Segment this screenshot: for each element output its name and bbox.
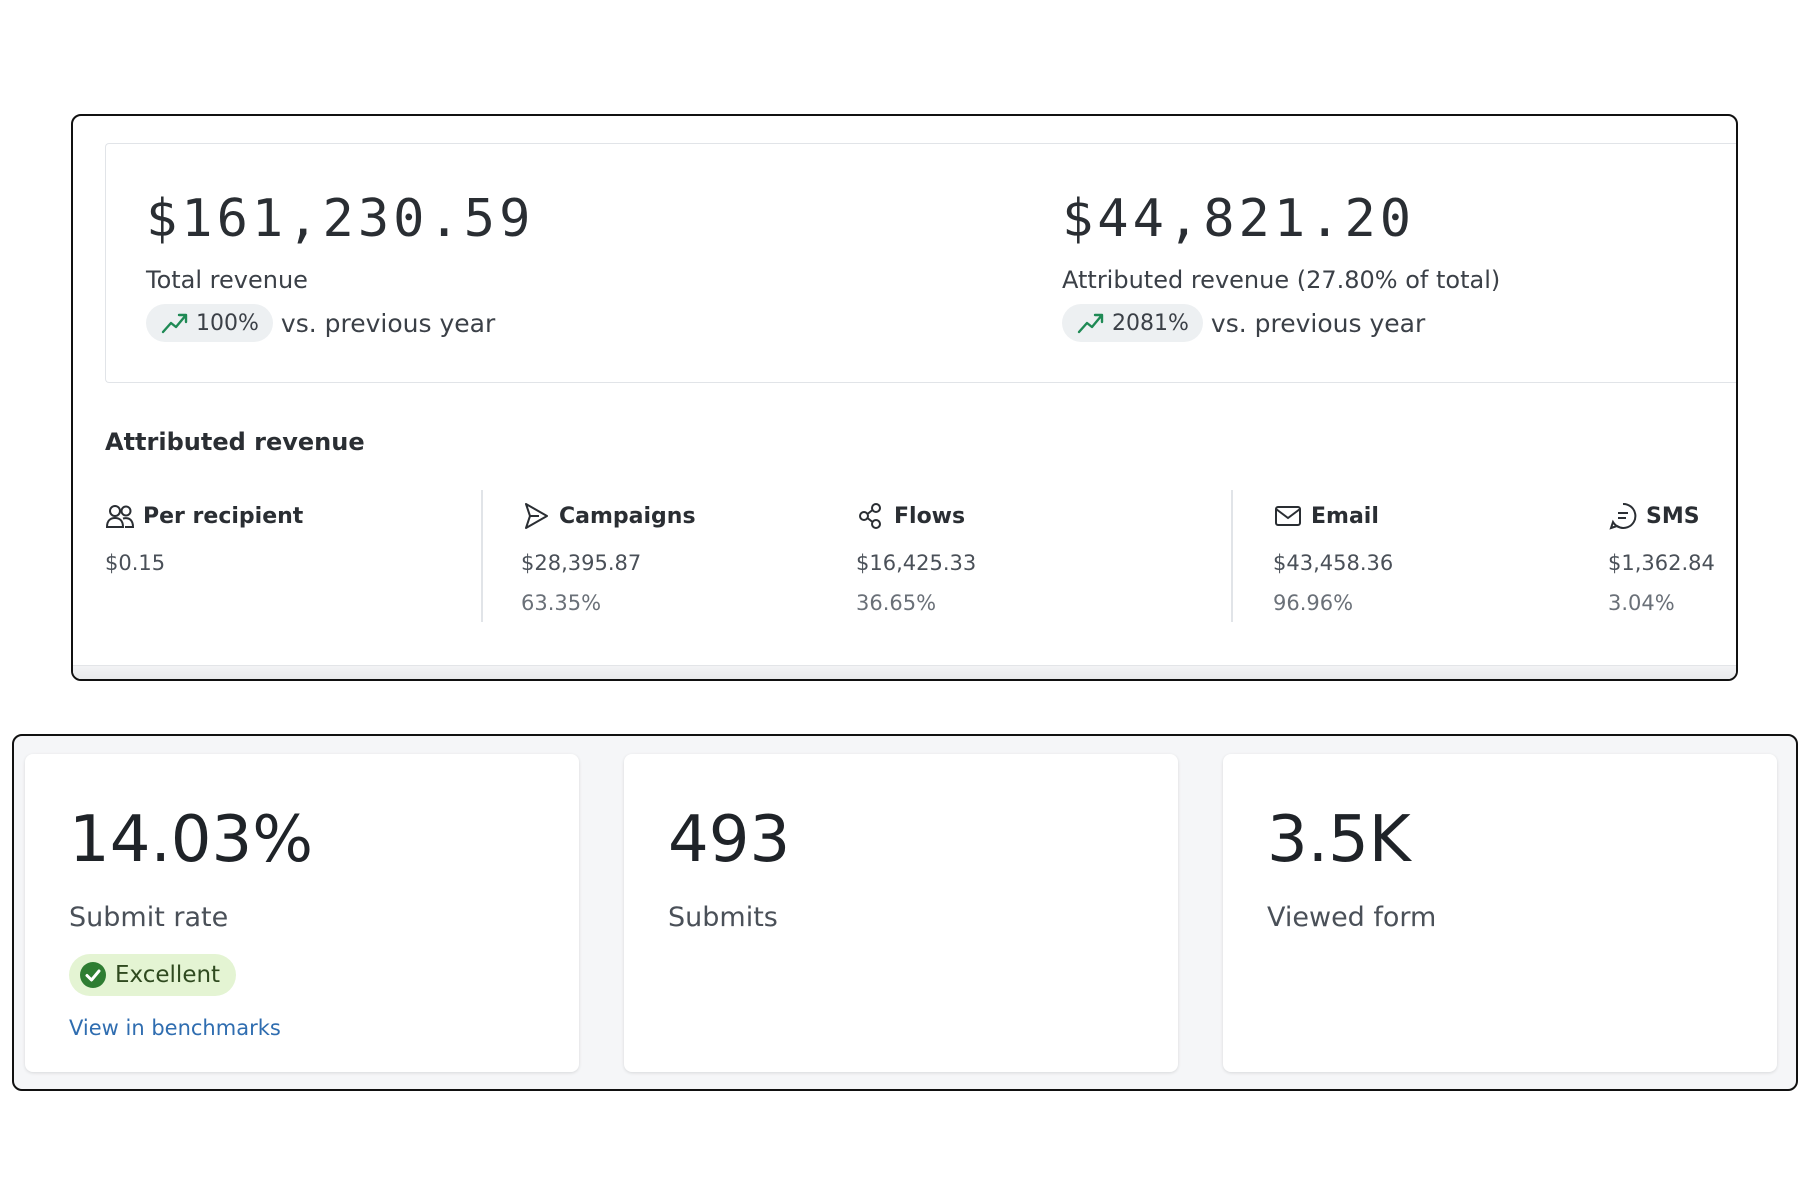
trend-percent: 2081% bbox=[1112, 310, 1189, 336]
flows-icon bbox=[859, 503, 881, 529]
total-revenue-amount: $161,230.59 bbox=[146, 189, 535, 249]
campaigns-value: $28,395.87 bbox=[521, 551, 642, 575]
total-revenue-metric: $161,230.59 Total revenue 100% vs. previ… bbox=[146, 189, 534, 342]
form-stats-panel: 14.03% Submit rate Excellent View in ben… bbox=[12, 734, 1798, 1091]
flows-value: $16,425.33 bbox=[856, 551, 977, 575]
users-icon bbox=[105, 505, 135, 528]
flows-label: Flows bbox=[894, 503, 966, 529]
submits-card: 493 Submits bbox=[624, 754, 1178, 1072]
panel-bottom-edge bbox=[73, 665, 1736, 679]
viewed-form-card: 3.5K Viewed form bbox=[1223, 754, 1777, 1072]
email-percent: 96.96% bbox=[1273, 591, 1354, 615]
viewed-form-value: 3.5K bbox=[1267, 803, 1411, 877]
badge-label: Excellent bbox=[115, 962, 221, 988]
email-value: $43,458.36 bbox=[1273, 551, 1394, 575]
check-circle-icon bbox=[80, 962, 106, 988]
flows-column: Flows $16,425.33 36.65% bbox=[856, 501, 976, 615]
trend-up-icon bbox=[1077, 313, 1104, 334]
attributed-revenue-heading: Attributed revenue bbox=[105, 428, 365, 456]
revenue-panel: $161,230.59 Total revenue 100% vs. previ… bbox=[71, 114, 1738, 681]
email-label: Email bbox=[1311, 503, 1379, 529]
total-revenue-label: Total revenue bbox=[146, 266, 308, 294]
sms-label: SMS bbox=[1646, 503, 1700, 529]
flows-percent: 36.65% bbox=[856, 591, 937, 615]
attributed-revenue-label: Attributed revenue (27.80% of total) bbox=[1062, 266, 1501, 294]
campaigns-percent: 63.35% bbox=[521, 591, 602, 615]
campaigns-column: Campaigns $28,395.87 63.35% bbox=[521, 501, 696, 615]
column-divider bbox=[1231, 490, 1233, 622]
submit-rate-label: Submit rate bbox=[69, 902, 229, 933]
trend-comparison: vs. previous year bbox=[280, 308, 496, 338]
revenue-summary-card: $161,230.59 Total revenue 100% vs. previ… bbox=[105, 143, 1736, 383]
sms-column: SMS $1,362.84 3.04% bbox=[1608, 501, 1715, 615]
per-recipient-value: $0.15 bbox=[105, 551, 166, 575]
submits-label: Submits bbox=[668, 902, 778, 933]
excellent-badge: Excellent bbox=[69, 954, 237, 996]
per-recipient-column: Per recipient $0.15 bbox=[105, 501, 304, 576]
sms-value: $1,362.84 bbox=[1608, 551, 1715, 575]
total-revenue-trend: 100% vs. previous year bbox=[146, 304, 534, 342]
viewed-form-label: Viewed form bbox=[1267, 902, 1437, 933]
attributed-revenue-trend: 2081% vs. previous year bbox=[1062, 304, 1500, 342]
submit-rate-value: 14.03% bbox=[69, 803, 314, 877]
attributed-revenue-metric: $44,821.20 Attributed revenue (27.80% of… bbox=[1062, 189, 1500, 342]
submits-value: 493 bbox=[668, 803, 791, 877]
sms-percent: 3.04% bbox=[1608, 591, 1675, 615]
email-column: Email $43,458.36 96.96% bbox=[1273, 501, 1394, 616]
trend-pill: 100% bbox=[146, 304, 273, 342]
column-divider bbox=[481, 490, 483, 622]
trend-pill: 2081% bbox=[1062, 304, 1203, 342]
attributed-revenue-amount: $44,821.20 bbox=[1062, 189, 1416, 249]
send-icon bbox=[525, 503, 548, 529]
submit-rate-card: 14.03% Submit rate Excellent View in ben… bbox=[25, 754, 579, 1072]
campaigns-label: Campaigns bbox=[559, 503, 696, 529]
sms-icon bbox=[1609, 502, 1637, 530]
view-in-benchmarks-link[interactable]: View in benchmarks bbox=[69, 1016, 281, 1040]
trend-percent: 100% bbox=[196, 310, 259, 336]
per-recipient-label: Per recipient bbox=[143, 503, 304, 529]
trend-up-icon bbox=[161, 313, 188, 334]
mail-icon bbox=[1275, 506, 1301, 526]
trend-comparison: vs. previous year bbox=[1210, 308, 1426, 338]
